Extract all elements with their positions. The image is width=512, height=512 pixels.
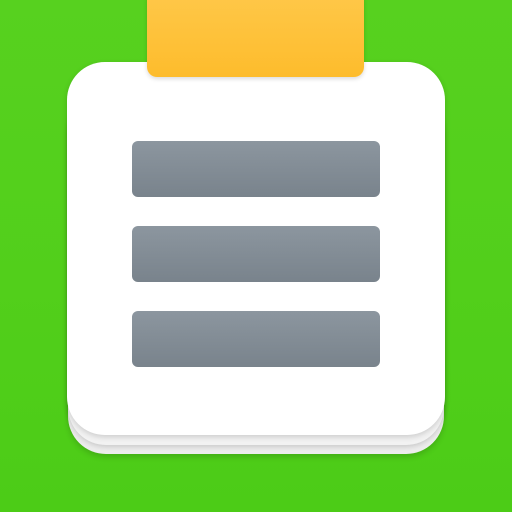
app-icon[interactable] [0,0,512,512]
text-line-bar [132,311,380,367]
clip-tab-icon [147,0,364,77]
text-line-bar [132,226,380,282]
text-line-bar [132,141,380,197]
